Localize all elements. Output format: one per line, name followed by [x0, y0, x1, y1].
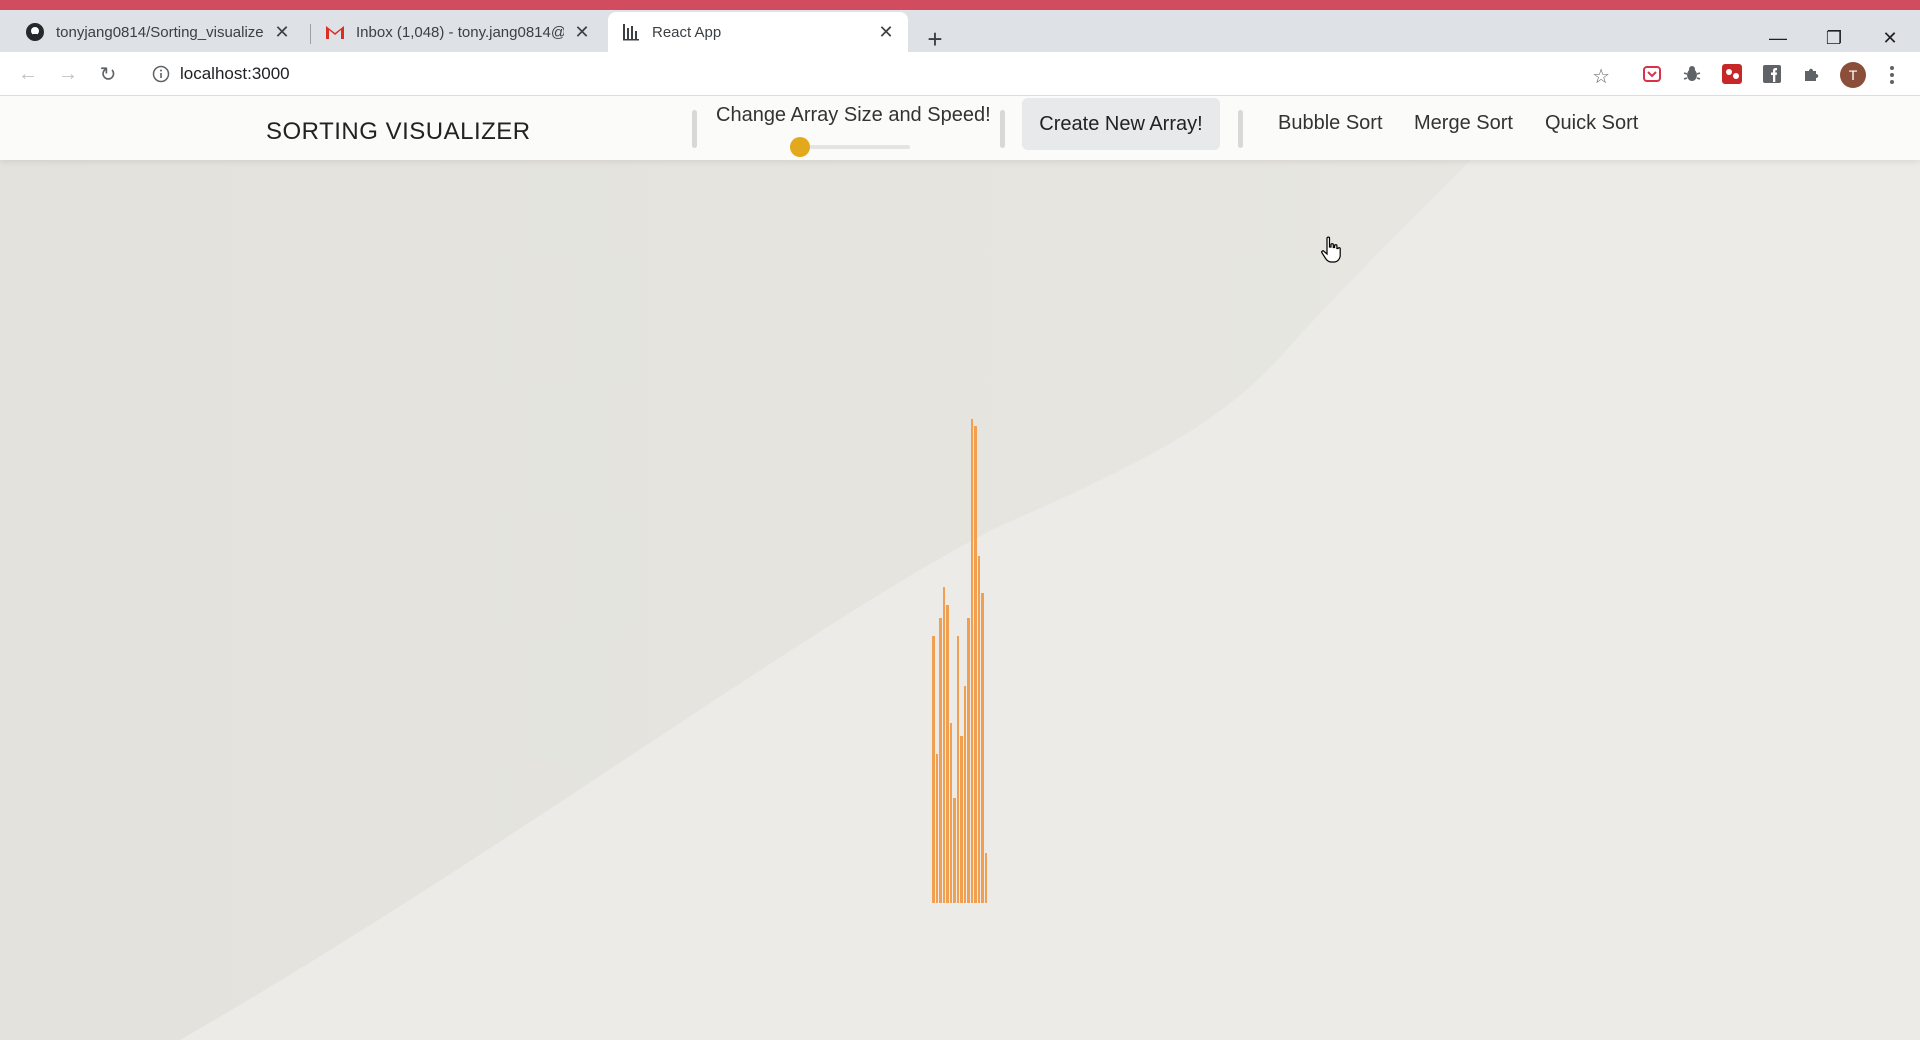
reload-button[interactable]: ↻	[92, 58, 124, 90]
pocket-extension-icon[interactable]	[1640, 62, 1664, 86]
tab-github[interactable]: tonyjang0814/Sorting_visualizer ✕	[12, 12, 304, 52]
browser-menu-icon[interactable]	[1882, 60, 1902, 90]
tab-bar: tonyjang0814/Sorting_visualizer ✕ Inbox …	[0, 10, 1920, 54]
forward-button[interactable]: →	[52, 58, 84, 90]
minimize-button[interactable]: —	[1750, 20, 1806, 56]
red-extension-icon[interactable]	[1720, 62, 1744, 86]
array-bar	[974, 425, 977, 903]
extensions-puzzle-icon[interactable]	[1800, 62, 1824, 86]
array-bar	[981, 593, 984, 903]
tab-gmail[interactable]: Inbox (1,048) - tony.jang0814@g ✕	[312, 12, 604, 52]
facebook-extension-icon[interactable]	[1760, 62, 1784, 86]
github-icon	[24, 21, 46, 43]
array-bar	[977, 555, 980, 903]
tab-title: Inbox (1,048) - tony.jang0814@g	[356, 23, 564, 41]
bug-extension-icon[interactable]	[1680, 62, 1704, 86]
close-icon[interactable]: ✕	[572, 22, 592, 42]
info-icon[interactable]	[146, 65, 176, 83]
array-bar	[939, 617, 942, 903]
tab-title: React App	[652, 23, 722, 41]
address-bar[interactable]: localhost:3000 ☆	[138, 58, 1622, 90]
url-text: localhost:3000	[180, 64, 290, 83]
new-tab-button[interactable]: +	[920, 24, 950, 54]
array-bar	[932, 636, 935, 903]
gmail-icon	[324, 21, 346, 43]
tab-separator	[310, 24, 311, 44]
array-bar	[953, 797, 956, 903]
array-bar	[956, 636, 959, 903]
bookmark-star-icon[interactable]: ☆	[1592, 64, 1610, 89]
close-window-button[interactable]: ✕	[1862, 20, 1918, 56]
app-page: SORTING VISUALIZER Change Array Size and…	[0, 96, 1920, 1040]
window-accent-strip	[0, 0, 1920, 10]
array-bars	[0, 96, 1920, 1040]
react-app-icon	[620, 21, 642, 43]
array-bar	[963, 686, 966, 903]
close-icon[interactable]: ✕	[876, 22, 896, 42]
array-bar	[970, 419, 973, 903]
array-bar	[935, 754, 938, 903]
close-icon[interactable]: ✕	[272, 22, 292, 42]
array-bar	[984, 853, 987, 903]
array-bar	[946, 605, 949, 903]
maximize-button[interactable]: ❐	[1806, 20, 1862, 56]
back-button[interactable]: ←	[12, 58, 44, 90]
array-bar	[967, 617, 970, 903]
tab-react-app[interactable]: React App ✕	[608, 12, 908, 52]
array-bar	[949, 723, 952, 903]
profile-avatar[interactable]: T	[1840, 62, 1866, 88]
array-bar	[960, 735, 963, 903]
browser-toolbar: ← → ↻ localhost:3000 ☆	[0, 52, 1920, 96]
array-bar	[942, 586, 945, 903]
tab-title: tonyjang0814/Sorting_visualizer	[56, 23, 264, 41]
